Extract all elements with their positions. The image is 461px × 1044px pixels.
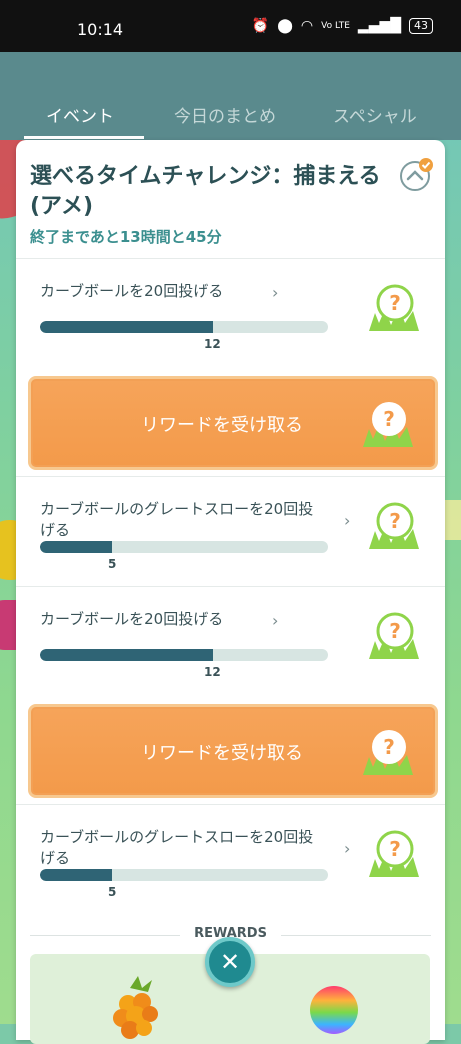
status-bar: 10:14 ⏰ ⬤ ◠ Vo LTE ▂▄▆█ 43 xyxy=(0,0,461,52)
task-progress-count: 5 xyxy=(108,885,117,899)
task-row[interactable]: カーブボールを20回投げる › 12 ? xyxy=(16,586,445,697)
mystery-reward-icon: ? xyxy=(363,730,413,775)
close-button[interactable]: ✕ xyxy=(205,937,255,987)
task-row[interactable]: カーブボールのグレートスローを20回投げる › 5 ? xyxy=(16,804,445,915)
tab-special[interactable]: スペシャル xyxy=(333,102,417,127)
mystery-reward-icon: ? xyxy=(369,284,419,331)
svg-text:?: ? xyxy=(389,291,401,315)
svg-text:?: ? xyxy=(389,509,401,533)
svg-text:?: ? xyxy=(383,735,395,759)
tab-event[interactable]: イベント xyxy=(46,102,114,127)
status-time: 10:14 xyxy=(77,20,124,39)
chevron-right-icon: › xyxy=(344,839,351,858)
collapse-icon[interactable] xyxy=(399,158,433,192)
battery-icon: 43 xyxy=(409,18,433,34)
task-row[interactable]: カーブボールのグレートスローを20回投げる › 5 ? xyxy=(16,476,445,587)
svg-text:?: ? xyxy=(389,619,401,643)
mystery-reward-icon: ? xyxy=(369,830,419,877)
task-label: カーブボールのグレートスローを20回投げる xyxy=(40,828,314,867)
challenge-panel: 選べるタイムチャレンジ：捕まえる(アメ) 終了まであと13時間と45分 カーブボ… xyxy=(16,140,445,1044)
challenge-timer: 終了まであと13時間と45分 xyxy=(30,228,222,246)
location-icon: ⬤ xyxy=(277,18,293,34)
task-progress-count: 12 xyxy=(204,337,221,351)
signal-icon: ▂▄▆█ xyxy=(357,18,401,34)
task-progress-count: 5 xyxy=(108,557,117,571)
chevron-right-icon: › xyxy=(272,611,279,630)
task-progress-bar xyxy=(40,649,328,661)
mystery-reward-icon: ? xyxy=(369,502,419,549)
mystery-reward-icon: ? xyxy=(369,612,419,659)
chevron-right-icon: › xyxy=(272,283,279,302)
claim-reward-label: リワードを受け取る xyxy=(141,415,303,436)
chevron-right-icon: › xyxy=(344,511,351,530)
task-progress-bar xyxy=(40,869,328,881)
svg-text:?: ? xyxy=(389,837,401,861)
wifi-icon: ◠ xyxy=(300,18,314,34)
active-tab-indicator xyxy=(24,136,144,139)
claim-reward-button[interactable]: リワードを受け取る ? xyxy=(28,376,438,470)
lte-icon: Vo LTE xyxy=(321,21,350,31)
alarm-icon: ⏰ xyxy=(251,18,270,34)
tab-today-summary[interactable]: 今日のまとめ xyxy=(174,102,276,127)
task-progress-count: 12 xyxy=(204,665,221,679)
claim-reward-button[interactable]: リワードを受け取る ? xyxy=(28,704,438,798)
tab-header: イベント 今日のまとめ スペシャル xyxy=(0,52,461,140)
task-row[interactable]: カーブボールを20回投げる › 12 ? xyxy=(16,258,445,369)
challenge-title: 選べるタイムチャレンジ：捕まえる(アメ) xyxy=(30,164,381,219)
claim-reward-label: リワードを受け取る xyxy=(141,743,303,764)
task-label: カーブボールのグレートスローを20回投げる xyxy=(40,500,314,539)
task-progress-bar xyxy=(40,541,328,553)
berry-icon xyxy=(113,976,158,1039)
task-progress-bar xyxy=(40,321,328,333)
mystery-reward-icon: ? xyxy=(363,402,413,447)
svg-text:?: ? xyxy=(383,407,395,431)
rainbow-ball-icon xyxy=(310,986,358,1034)
